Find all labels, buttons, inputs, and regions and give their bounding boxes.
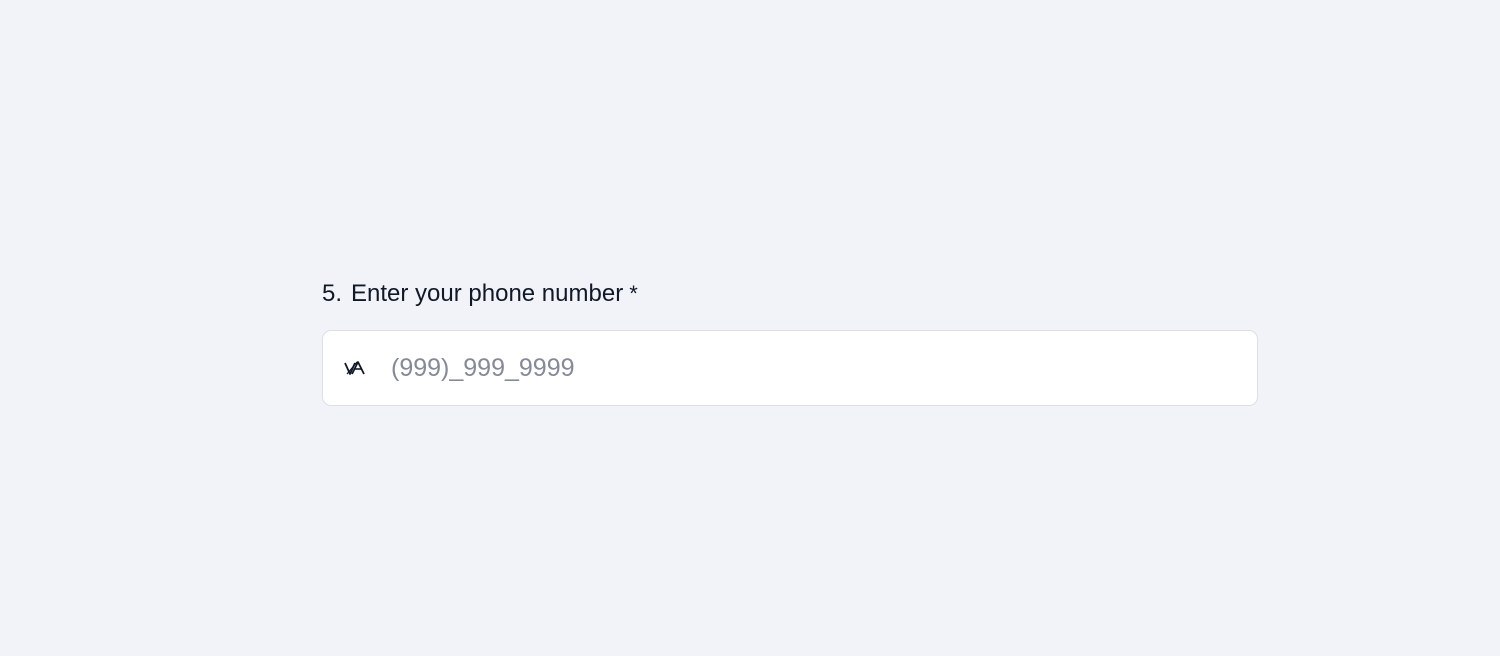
phone-input[interactable] — [391, 348, 1237, 388]
question-text: Enter your phone number — [351, 280, 624, 307]
phone-question: 5. Enter your phone number * — [322, 279, 1258, 406]
question-number: 5. — [322, 280, 343, 307]
question-label: 5. Enter your phone number * — [322, 279, 1258, 309]
required-marker: * — [629, 281, 638, 306]
country-flag-icon-glyph — [344, 361, 365, 375]
phone-field[interactable] — [322, 330, 1258, 406]
country-flag-icon[interactable] — [343, 358, 369, 378]
